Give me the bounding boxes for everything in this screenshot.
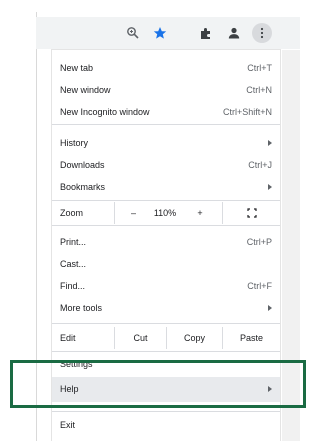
star-icon-graphic [153, 27, 167, 39]
menu-item-label: History [60, 138, 89, 148]
menu-divider [52, 411, 280, 412]
menu-divider [52, 124, 280, 125]
menu-item-cast[interactable]: Cast... [52, 253, 280, 277]
menu-item-shortcut: Ctrl+P [246, 237, 272, 247]
browser-menu-screenshot: New tab Ctrl+T New window Ctrl+N New Inc… [0, 0, 336, 441]
menu-item-label: Cast... [60, 259, 87, 269]
menu-item-label: Bookmarks [60, 182, 106, 192]
menu-item-label: Exit [60, 420, 76, 430]
menu-item-shortcut: Ctrl+N [246, 85, 272, 95]
menu-item-find[interactable]: Find... Ctrl+F [52, 275, 280, 299]
zoom-label: Zoom [60, 208, 84, 218]
zoom-icon[interactable] [124, 24, 142, 42]
cut-button[interactable]: Cut [114, 327, 166, 349]
menu-divider [52, 351, 280, 352]
menu-item-bookmarks[interactable]: Bookmarks [52, 176, 280, 200]
paste-label: Paste [239, 333, 263, 343]
zoom-in-button[interactable]: + [186, 202, 214, 224]
zoom-row: Zoom – 110% + [52, 202, 280, 224]
menu-dots-icon[interactable] [252, 23, 272, 43]
menu-divider [52, 323, 280, 324]
browser-toolbar [36, 17, 300, 49]
menu-item-new-tab[interactable]: New tab Ctrl+T [52, 57, 280, 81]
star-icon[interactable] [151, 24, 169, 42]
menu-item-more-tools[interactable]: More tools [52, 297, 280, 321]
menu-item-label: More tools [60, 303, 103, 313]
menu-item-shortcut: Ctrl+F [247, 281, 272, 291]
menu-item-label: Find... [60, 281, 86, 291]
submenu-arrow-icon [268, 140, 272, 146]
menu-item-print[interactable]: Print... Ctrl+P [52, 231, 280, 255]
menu-item-label: New window [60, 85, 111, 95]
help-highlight-box [10, 360, 306, 408]
profile-icon-graphic [228, 27, 240, 39]
zoom-icon-graphic [127, 27, 139, 39]
menu-item-exit[interactable]: Exit [52, 414, 280, 438]
copy-label: Copy [183, 333, 205, 343]
menu-item-label: Print... [60, 237, 87, 247]
menu-item-label: Downloads [60, 160, 105, 170]
fullscreen-icon [246, 208, 257, 218]
menu-item-label: New Incognito window [60, 107, 150, 117]
menu-item-shortcut: Ctrl+J [248, 160, 272, 170]
extensions-icon-graphic [201, 28, 210, 39]
menu-dots-icon-graphic [260, 27, 264, 39]
menu-item-history[interactable]: History [52, 132, 280, 156]
edit-row: Edit Cut Copy Paste [52, 327, 280, 349]
menu-divider [52, 200, 280, 201]
profile-icon[interactable] [225, 24, 243, 42]
paste-button[interactable]: Paste [222, 327, 280, 349]
zoom-in-label: + [197, 208, 203, 218]
zoom-level-value: 110% [153, 208, 177, 218]
menu-item-downloads[interactable]: Downloads Ctrl+J [52, 154, 280, 178]
menu-item-label: New tab [60, 63, 94, 73]
copy-button[interactable]: Copy [166, 327, 222, 349]
menu-item-new-window[interactable]: New window Ctrl+N [52, 79, 280, 103]
menu-item-shortcut: Ctrl+Shift+N [222, 107, 272, 117]
extensions-icon[interactable] [197, 24, 215, 42]
edit-label: Edit [60, 333, 76, 343]
menu-item-shortcut: Ctrl+T [247, 63, 272, 73]
submenu-arrow-icon [268, 184, 272, 190]
menu-item-new-incognito-window[interactable]: New Incognito window Ctrl+Shift+N [52, 101, 280, 125]
fullscreen-button[interactable] [222, 202, 280, 224]
cut-label: Cut [133, 333, 148, 343]
menu-divider [52, 225, 280, 226]
submenu-arrow-icon [268, 305, 272, 311]
zoom-out-label: – [130, 208, 136, 218]
